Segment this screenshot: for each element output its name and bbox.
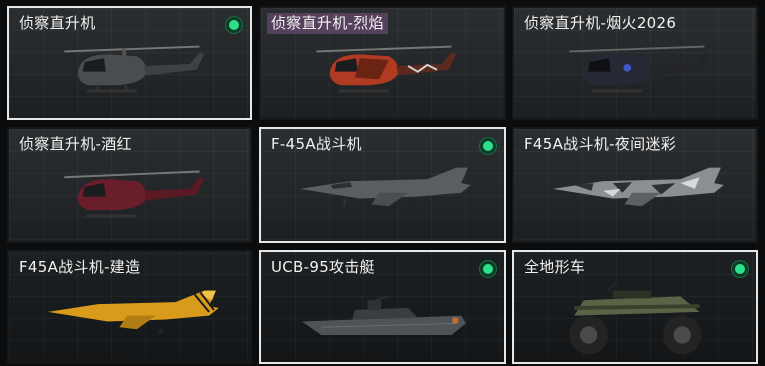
vehicle-name: 全地形车: [524, 258, 586, 276]
vehicle-name: UCB-95攻击艇: [271, 258, 375, 276]
vehicle-name: 侦察直升机-烈焰: [267, 13, 388, 34]
owned-indicator-icon: [225, 16, 243, 34]
vehicle-name: 侦察直升机-烟火2026: [524, 14, 677, 32]
vehicle-card-scout-heli-flame[interactable]: 侦察直升机-烈焰: [259, 6, 506, 120]
vehicle-name: 侦察直升机-酒红: [19, 135, 132, 153]
vehicle-card-ucb95-boat[interactable]: UCB-95攻击艇: [259, 250, 506, 364]
vehicle-name: F-45A战斗机: [271, 135, 362, 153]
vehicle-card-f45a-build[interactable]: F45A战斗机-建造: [7, 250, 252, 364]
owned-indicator-icon: [731, 260, 749, 278]
vehicle-name: F45A战斗机-夜间迷彩: [524, 135, 676, 153]
vehicle-card-atv[interactable]: 全地形车: [512, 250, 758, 364]
owned-indicator-icon: [479, 260, 497, 278]
vehicle-grid: 侦察直升机 侦察直升机-烈焰 侦察直升机-烟火2026 侦察直升机-酒红 F-4…: [0, 0, 765, 366]
vehicle-card-f45a-night-camo[interactable]: F45A战斗机-夜间迷彩: [512, 127, 758, 243]
vehicle-card-scout-heli[interactable]: 侦察直升机: [7, 6, 252, 120]
vehicle-card-scout-heli-wine[interactable]: 侦察直升机-酒红: [7, 127, 252, 243]
vehicle-name: 侦察直升机: [19, 14, 96, 32]
owned-indicator-icon: [479, 137, 497, 155]
vehicle-card-scout-heli-firework[interactable]: 侦察直升机-烟火2026: [512, 6, 758, 120]
vehicle-card-f45a[interactable]: F-45A战斗机: [259, 127, 506, 243]
vehicle-name: F45A战斗机-建造: [19, 258, 141, 276]
